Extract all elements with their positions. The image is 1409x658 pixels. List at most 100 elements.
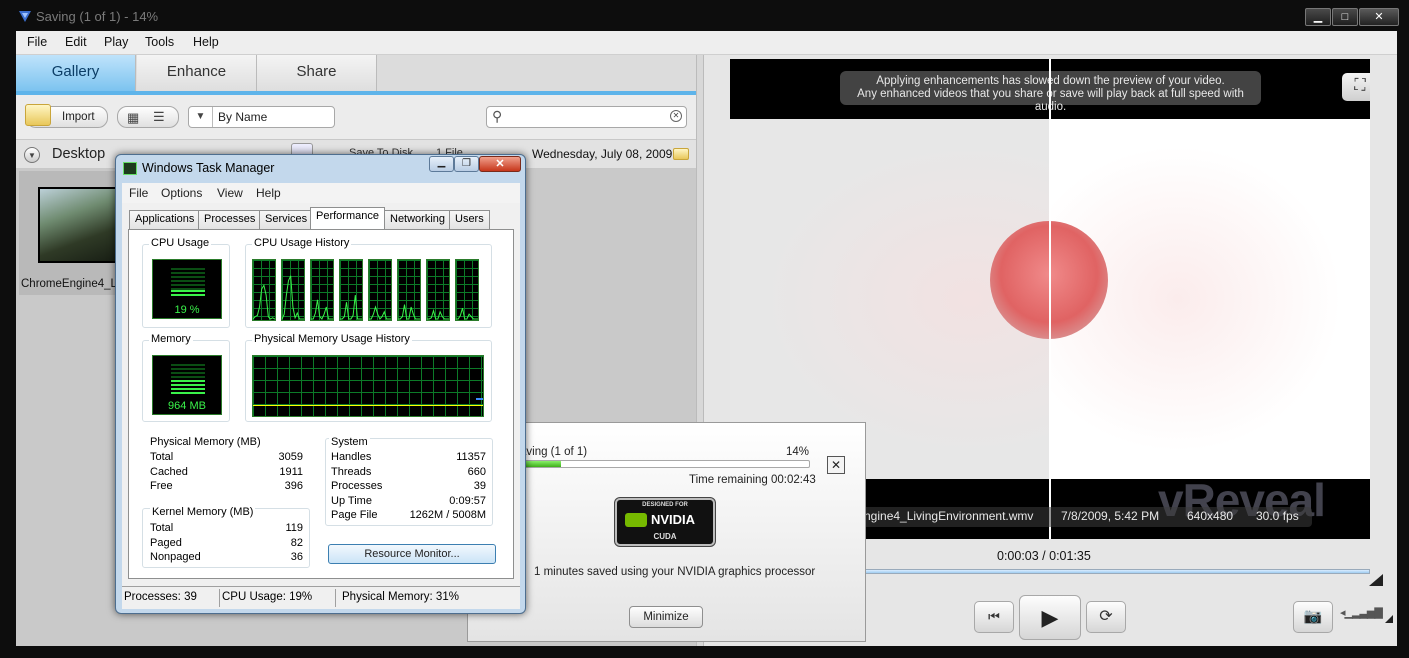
list-view-icon[interactable]: ☰ bbox=[153, 109, 165, 125]
seek-bar[interactable] bbox=[864, 569, 1370, 574]
tab-share[interactable]: Share bbox=[257, 55, 377, 91]
cancel-save-button[interactable]: ✕ bbox=[827, 456, 845, 474]
saving-dialog: aving (1 of 1) 14% ✕ Time remaining 00:0… bbox=[467, 422, 866, 642]
cpu-usage-group: CPU Usage 19 % bbox=[142, 237, 230, 328]
vreveal-logo-icon bbox=[19, 11, 31, 22]
saving-progress-bar bbox=[520, 460, 810, 468]
tm-menu-help[interactable]: Help bbox=[256, 186, 281, 200]
file-name: Engine4_LivingEnvironment.wmv bbox=[856, 509, 1034, 523]
window-title: Saving (1 of 1) - 14% bbox=[36, 9, 159, 24]
loop-button[interactable]: ⟳ bbox=[1086, 601, 1126, 633]
tm-menu-file[interactable]: File bbox=[129, 186, 148, 200]
tm-maximize-button[interactable]: ❐ bbox=[454, 156, 479, 172]
cpu-usage-label: CPU Usage bbox=[149, 237, 212, 249]
sort-dropdown[interactable]: ▼ By Name bbox=[188, 106, 335, 128]
tab-users[interactable]: Users bbox=[449, 210, 490, 229]
file-info-bar: Engine4_LivingEnvironment.wmv 7/8/2009, … bbox=[856, 507, 1312, 527]
physical-memory-group: Physical Memory (MB) Total 3059 Cached 1… bbox=[142, 436, 310, 496]
tm-menu-options[interactable]: Options bbox=[161, 186, 202, 200]
resize-grip-icon bbox=[1369, 574, 1383, 586]
performance-page: CPU Usage 19 % CPU Usage History Memory bbox=[128, 229, 514, 579]
time-remaining: Time remaining 00:02:43 bbox=[689, 474, 816, 486]
close-button[interactable]: ✕ bbox=[1359, 8, 1399, 26]
menu-play[interactable]: Play bbox=[104, 35, 128, 49]
menu-help[interactable]: Help bbox=[193, 35, 219, 49]
minimize-icon: ▁ bbox=[1313, 11, 1323, 23]
cpu-core-line bbox=[340, 294, 362, 320]
cpu-core-line bbox=[427, 308, 449, 320]
split-line[interactable] bbox=[1049, 59, 1051, 539]
search-icon: ⚲ bbox=[492, 108, 503, 124]
fullscreen-icon[interactable]: ⛶ bbox=[1342, 73, 1370, 101]
kernel-total-value: 119 bbox=[285, 522, 303, 534]
cpu-usage-meter: 19 % bbox=[152, 259, 222, 319]
kernel-total-label: Total bbox=[150, 522, 174, 534]
open-folder-icon[interactable] bbox=[673, 148, 689, 160]
task-manager-title: Windows Task Manager bbox=[142, 161, 275, 175]
file-resolution: 640x480 bbox=[1187, 509, 1234, 523]
cpu-core-line bbox=[398, 304, 420, 320]
sys-processes-label: Processes bbox=[331, 480, 383, 492]
memory-label: Memory bbox=[149, 333, 193, 345]
menu-file[interactable]: File bbox=[27, 35, 47, 49]
phys-cached-value: 1911 bbox=[279, 466, 303, 478]
status-divider bbox=[335, 589, 336, 607]
import-button[interactable]: Import bbox=[25, 104, 108, 128]
clear-search-icon[interactable]: ✕ bbox=[670, 110, 682, 122]
phys-total-value: 3059 bbox=[278, 451, 303, 463]
memory-history-label: Physical Memory Usage History bbox=[252, 333, 412, 345]
repeat-icon: ⟳ bbox=[1099, 608, 1113, 625]
view-toggle[interactable]: ▦ ☰ bbox=[117, 106, 179, 128]
folder-icon bbox=[25, 104, 51, 126]
kernel-nonpaged-label: Nonpaged bbox=[150, 551, 201, 563]
file-date: 7/8/2009, 5:42 PM bbox=[1061, 509, 1160, 523]
tab-services[interactable]: Services bbox=[259, 210, 314, 229]
cpu-core-graph bbox=[426, 259, 450, 321]
search-input[interactable] bbox=[511, 109, 661, 125]
tab-processes[interactable]: Processes bbox=[198, 210, 262, 229]
play-button[interactable]: ▶ bbox=[1019, 595, 1081, 640]
import-label: Import bbox=[62, 111, 95, 123]
minimize-icon: ▁ bbox=[437, 157, 446, 168]
kernel-paged-label: Paged bbox=[150, 537, 182, 549]
grid-view-icon[interactable]: ▦ bbox=[127, 110, 139, 126]
minimize-save-button[interactable]: Minimize bbox=[629, 606, 703, 628]
collapse-folder-icon[interactable]: ▼ bbox=[24, 147, 40, 163]
gallery-item[interactable]: ChromeEngine4_Li bbox=[19, 171, 129, 295]
chevron-down-icon: ▼ bbox=[189, 107, 213, 127]
snapshot-button[interactable]: 📷 bbox=[1293, 601, 1333, 633]
tm-close-button[interactable]: ✕ bbox=[479, 156, 521, 172]
kernel-memory-group: Kernel Memory (MB) Total 119 Paged 82 No… bbox=[142, 506, 310, 568]
tab-performance[interactable]: Performance bbox=[310, 207, 385, 230]
menu-tools[interactable]: Tools bbox=[145, 35, 174, 49]
phys-free-label: Free bbox=[150, 480, 173, 492]
tab-enhance[interactable]: Enhance bbox=[137, 55, 257, 91]
cpu-core-line bbox=[311, 299, 333, 320]
search-box[interactable]: ⚲ ✕ bbox=[486, 106, 687, 128]
close-icon: ✕ bbox=[1374, 11, 1384, 23]
tab-gallery[interactable]: Gallery bbox=[16, 55, 136, 91]
maximize-button[interactable]: □ bbox=[1332, 8, 1358, 26]
tm-status-bar: Processes: 39 CPU Usage: 19% Physical Me… bbox=[122, 586, 520, 608]
tm-minimize-button[interactable]: ▁ bbox=[429, 156, 454, 172]
system-group: System Handles 11357 Threads 660 Process… bbox=[325, 436, 493, 526]
status-processes: Processes: 39 bbox=[124, 591, 197, 603]
resource-monitor-button[interactable]: Resource Monitor... bbox=[328, 544, 496, 564]
cpu-history-label: CPU Usage History bbox=[252, 237, 352, 249]
menu-edit[interactable]: Edit bbox=[65, 35, 87, 49]
memory-history-line bbox=[253, 405, 483, 406]
tab-networking[interactable]: Networking bbox=[384, 210, 452, 229]
volume-icon[interactable]: ◂▁▂▃▅▇ bbox=[1340, 606, 1383, 619]
sys-handles-label: Handles bbox=[331, 451, 372, 463]
close-icon: ✕ bbox=[495, 158, 505, 170]
badge-cuda: CUDA bbox=[653, 532, 677, 541]
saving-label: aving (1 of 1) bbox=[520, 446, 588, 458]
tab-applications[interactable]: Applications bbox=[129, 210, 201, 229]
sys-uptime-value: 0:09:57 bbox=[449, 495, 486, 507]
tm-menu-view[interactable]: View bbox=[217, 186, 243, 200]
sys-uptime-label: Up Time bbox=[331, 495, 372, 507]
file-fps: 30.0 fps bbox=[1256, 509, 1299, 523]
previous-frame-button[interactable]: ⏮ bbox=[974, 601, 1014, 633]
minimize-button[interactable]: ▁ bbox=[1305, 8, 1331, 26]
corner-grip-icon bbox=[1385, 615, 1393, 623]
